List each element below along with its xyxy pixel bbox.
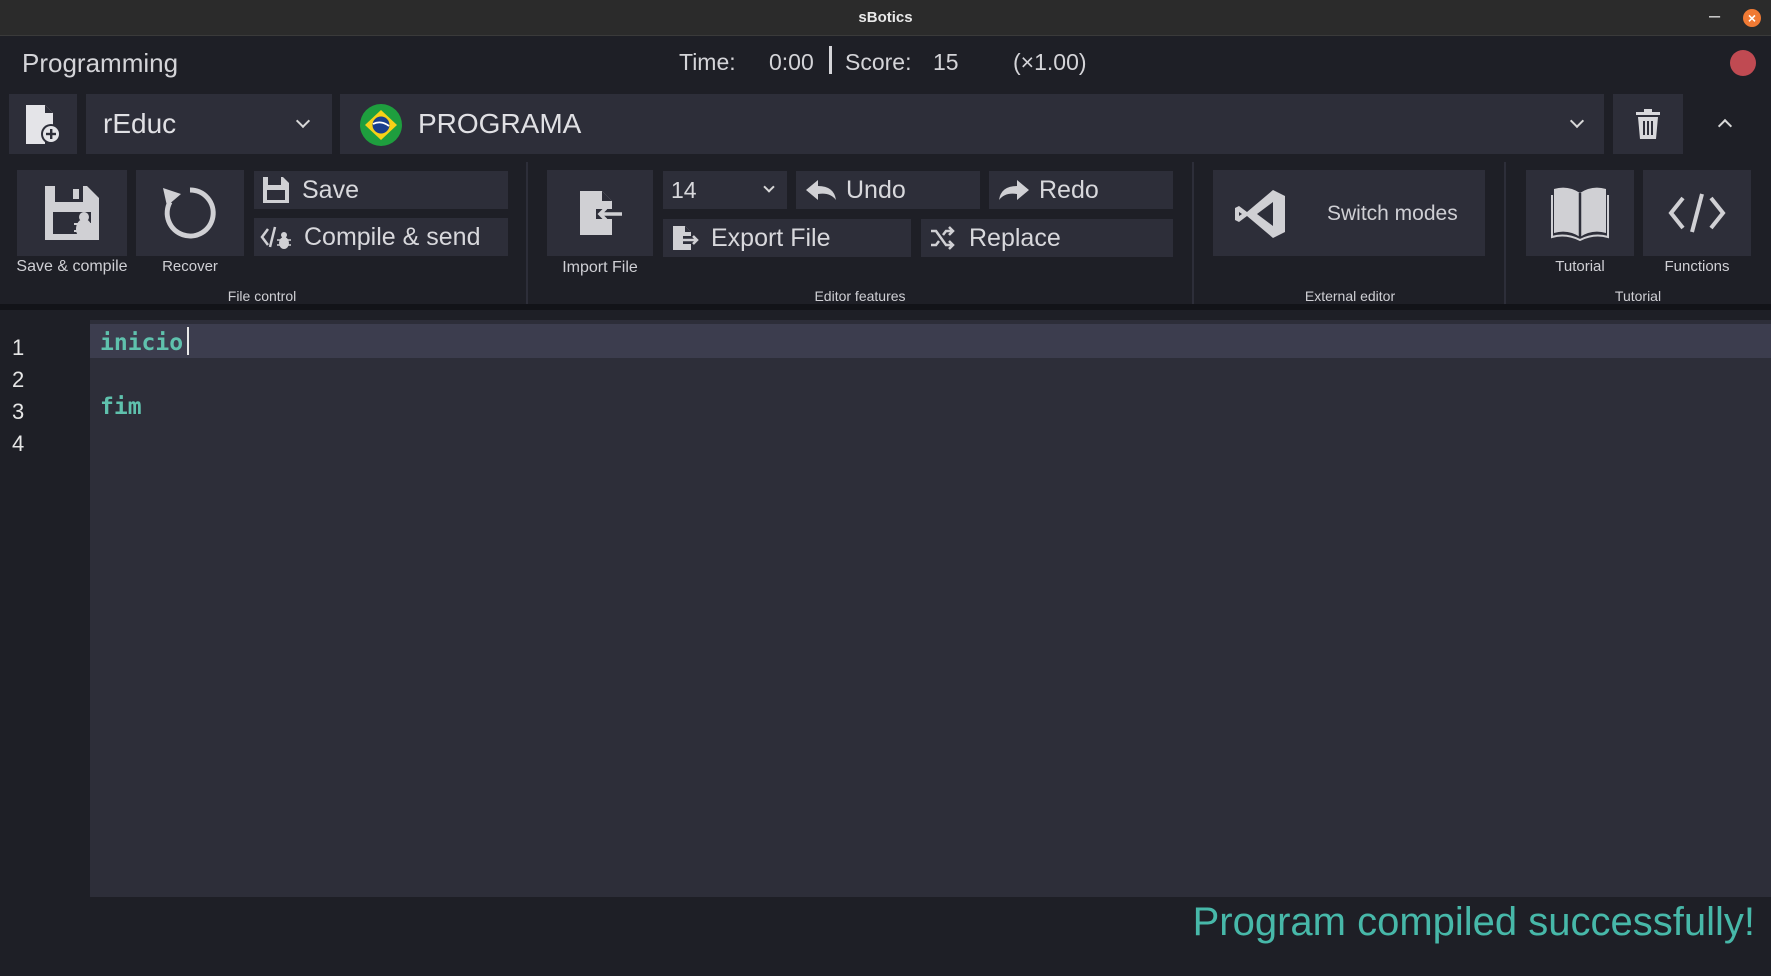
time-label: Time: — [679, 49, 736, 75]
page-header: Programming Time: 0:00 Score: 15 (×1.00) — [0, 36, 1771, 91]
window-titlebar: sBotics – × — [0, 0, 1771, 36]
chevron-down-icon — [763, 181, 775, 193]
import-file-button[interactable] — [547, 170, 653, 256]
tutorial-group-label: Tutorial — [1614, 288, 1662, 304]
time-value: 0:00 — [769, 49, 814, 75]
line-number: 4 — [12, 431, 25, 456]
line-number: 2 — [12, 367, 25, 392]
window-title: sBotics — [858, 9, 913, 26]
shuffle-icon — [931, 226, 955, 250]
switch-modes-button[interactable]: Switch modes — [1213, 170, 1485, 256]
robot-select[interactable]: rEduc — [86, 94, 332, 154]
page-title: Programming — [22, 48, 179, 78]
code-bug-icon — [260, 226, 291, 249]
program-select-value: PROGRAMA — [418, 108, 582, 139]
code-editor[interactable]: 1 2 3 4 inicio fim — [0, 310, 1771, 897]
save-button-label: Save — [302, 175, 359, 204]
book-icon — [1551, 187, 1609, 241]
line-number: 3 — [12, 399, 25, 424]
import-file-icon — [580, 191, 624, 235]
replace-label: Replace — [969, 223, 1061, 252]
new-file-icon — [26, 105, 61, 144]
score-value: 15 — [933, 49, 959, 75]
recover-label: Recover — [162, 258, 218, 275]
score-multiplier: (×1.00) — [1013, 49, 1087, 75]
redo-label: Redo — [1039, 175, 1099, 204]
chevron-down-icon — [295, 113, 311, 129]
robot-select-value: rEduc — [103, 108, 177, 139]
header-separator — [829, 46, 832, 74]
external-editor-group-label: External editor — [1304, 288, 1396, 304]
font-size-select[interactable]: 14 — [663, 171, 787, 209]
import-file-label: Import File — [562, 259, 638, 276]
floppy-icon — [263, 177, 289, 203]
font-size-value: 14 — [671, 176, 697, 203]
redo-icon — [999, 180, 1029, 200]
tutorial-label: Tutorial — [1555, 258, 1605, 275]
minimize-button[interactable]: – — [1709, 5, 1720, 28]
vscode-icon — [1235, 190, 1285, 238]
ribbon-separator — [1192, 162, 1194, 304]
editor-features-group-label: Editor features — [814, 288, 906, 304]
current-line-highlight — [90, 324, 1771, 358]
new-file-button[interactable] — [9, 94, 77, 154]
save-compile-label: Save & compile — [16, 258, 128, 275]
export-file-label: Export File — [711, 223, 831, 252]
export-file-icon — [673, 226, 699, 250]
line-number: 1 — [12, 335, 25, 360]
status-message: Program compiled successfully! — [1192, 900, 1755, 944]
chevron-up-icon — [1717, 118, 1733, 134]
score-label: Score: — [845, 49, 912, 75]
refresh-icon — [163, 187, 216, 239]
save-debug-icon — [45, 186, 99, 240]
brazil-flag-icon — [360, 104, 402, 146]
collapse-toolbar-button[interactable] — [1696, 94, 1756, 154]
functions-button[interactable] — [1643, 170, 1751, 256]
record-indicator[interactable] — [1730, 50, 1756, 76]
undo-button[interactable]: Undo — [796, 171, 980, 209]
text-caret — [187, 327, 189, 355]
functions-label: Functions — [1664, 258, 1730, 275]
close-button[interactable]: × — [1743, 9, 1761, 27]
code-line: fim — [100, 394, 142, 420]
tutorial-button[interactable] — [1526, 170, 1634, 256]
replace-button[interactable]: Replace — [921, 219, 1173, 257]
file-control-group-label: File control — [227, 288, 297, 304]
compile-send-button-label: Compile & send — [304, 222, 481, 251]
compile-send-button[interactable]: Compile & send — [254, 218, 508, 256]
export-file-button[interactable]: Export File — [663, 219, 911, 257]
ribbon-separator — [526, 162, 528, 304]
recover-button[interactable] — [136, 170, 244, 256]
ribbon-separator — [1504, 162, 1506, 304]
switch-modes-label: Switch modes — [1327, 202, 1458, 225]
delete-program-button[interactable] — [1613, 94, 1683, 154]
code-line: inicio — [100, 330, 184, 356]
redo-button[interactable]: Redo — [989, 171, 1173, 209]
undo-icon — [806, 180, 836, 200]
undo-label: Undo — [846, 175, 906, 204]
code-icon — [1668, 193, 1726, 233]
program-select[interactable]: PROGRAMA — [340, 94, 1604, 154]
save-compile-button[interactable] — [17, 170, 127, 256]
save-button[interactable]: Save — [254, 171, 508, 209]
chevron-down-icon — [1569, 113, 1585, 129]
code-text-area[interactable]: inicio fim — [90, 320, 1771, 897]
trash-icon — [1636, 109, 1660, 139]
